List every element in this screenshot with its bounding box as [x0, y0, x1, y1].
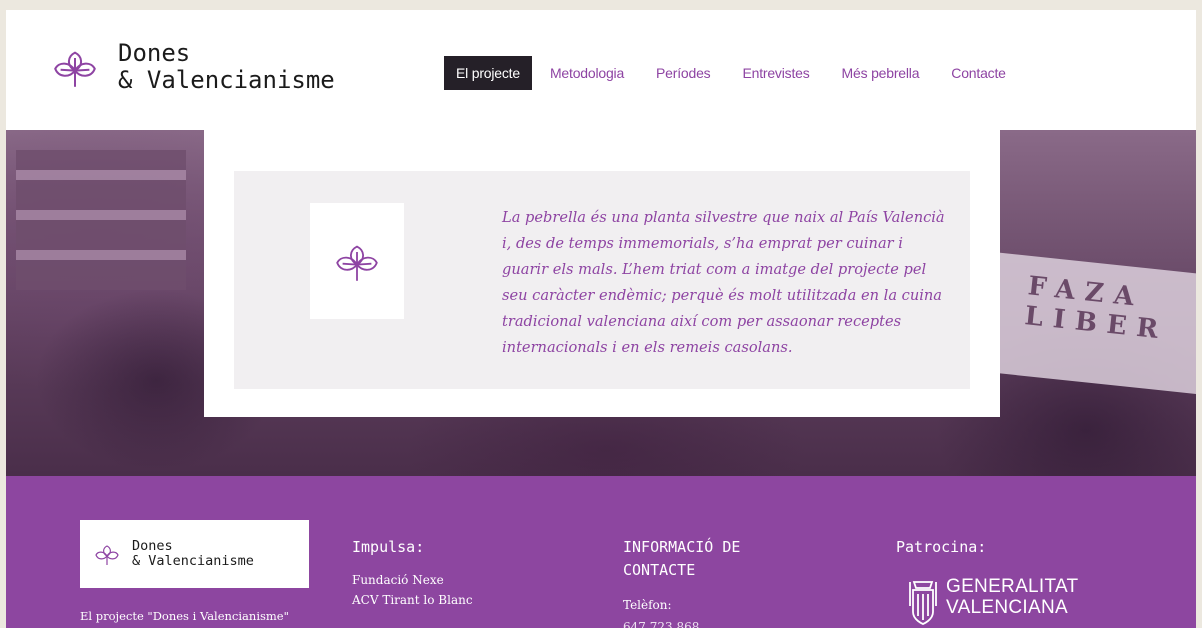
- generalitat-line-1: GENERALITAT: [946, 576, 1079, 597]
- pebrella-quote: La pebrella és una planta silvestre que …: [502, 209, 945, 356]
- nav-item-metodologia[interactable]: Metodologia: [550, 65, 624, 81]
- generalitat-text: GENERALITAT VALENCIANA: [946, 576, 1078, 618]
- footer-contact: INFORMACIÓ DE CONTACTE Telèfon: 647 723 …: [623, 536, 823, 628]
- patrocina-heading: Patrocina:: [896, 538, 987, 556]
- quote-card: La pebrella és una planta silvestre que …: [204, 130, 1000, 417]
- phone-label: Telèfon:: [623, 598, 672, 612]
- main-nav: El projecte Metodologia Períodes Entrevi…: [444, 56, 1038, 90]
- generalitat-valenciana-logo[interactable]: GENERALITAT VALENCIANA: [906, 576, 1078, 628]
- site-logo[interactable]: Dones & Valencianisme: [48, 40, 335, 94]
- pebrella-leaf-icon: [95, 545, 119, 565]
- footer-patrocina: Patrocina:: [896, 536, 986, 559]
- nav-item-el-projecte[interactable]: El projecte: [444, 56, 532, 90]
- footer-logo[interactable]: Dones & Valencianisme: [80, 520, 309, 588]
- quote-icon-box: [310, 203, 404, 319]
- nav-item-contacte[interactable]: Contacte: [951, 65, 1006, 81]
- link-fundacio-nexe[interactable]: Fundació Nexe: [352, 573, 473, 587]
- contact-heading-line-2: CONTACTE: [623, 561, 696, 579]
- quote-box: La pebrella és una planta silvestre que …: [234, 171, 970, 389]
- site-header: Dones & Valencianisme El projecte Metodo…: [6, 10, 1196, 130]
- footer-logo-text: Dones & Valencianisme: [132, 539, 254, 569]
- protest-sign: [16, 150, 186, 290]
- footer-logo-line-1: Dones: [132, 538, 173, 554]
- pebrella-leaf-icon: [336, 245, 378, 281]
- footer-logo-line-2: & Valencianisme: [132, 553, 254, 569]
- generalitat-crest-icon: [909, 581, 937, 625]
- link-acv-tirant-lo-blanc[interactable]: ACV Tirant lo Blanc: [352, 593, 473, 607]
- contact-heading-line-1: INFORMACIÓ DE: [623, 538, 741, 556]
- impulsa-heading: Impulsa:: [352, 538, 425, 556]
- logo-line-2: & Valencianisme: [118, 66, 335, 94]
- hero-background-photo: FAZA LIBER La pebrella és una planta sil…: [6, 130, 1196, 476]
- generalitat-line-2: VALENCIANA: [946, 597, 1068, 618]
- site-footer: Dones & Valencianisme El projecte "Dones…: [6, 476, 1196, 628]
- phone-number[interactable]: 647 723 868: [623, 620, 823, 628]
- nav-item-mes-pebrella[interactable]: Més pebrella: [842, 65, 920, 81]
- footer-impulsa: Impulsa: Fundació Nexe ACV Tirant lo Bla…: [352, 536, 473, 607]
- logo-text: Dones & Valencianisme: [118, 40, 335, 94]
- logo-line-1: Dones: [118, 39, 191, 67]
- footer-about-text: El projecte "Dones i Valencianisme": [80, 609, 289, 623]
- nav-item-periodes[interactable]: Períodes: [656, 65, 711, 81]
- page: Dones & Valencianisme El projecte Metodo…: [6, 10, 1196, 628]
- nav-item-entrevistes[interactable]: Entrevistes: [742, 65, 809, 81]
- pebrella-leaf-icon: [54, 51, 96, 87]
